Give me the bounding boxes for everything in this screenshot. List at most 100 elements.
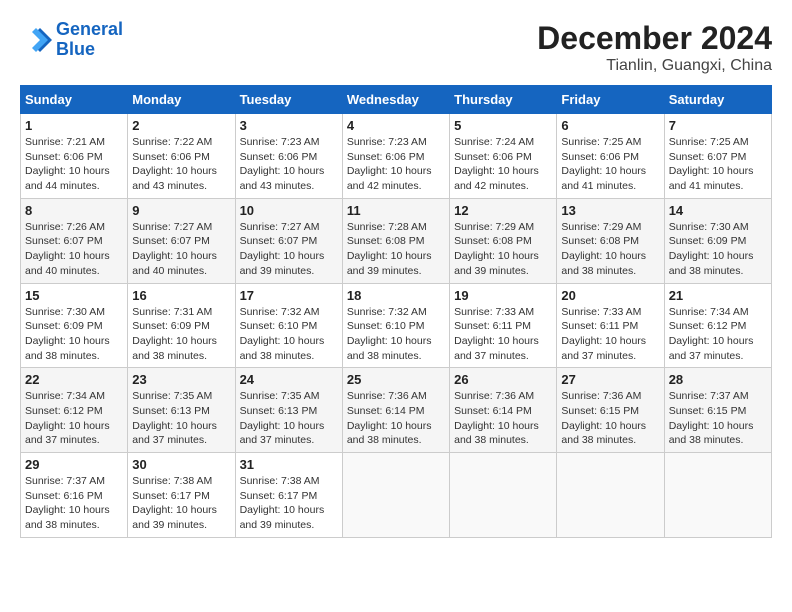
calendar-cell: 15Sunrise: 7:30 AMSunset: 6:09 PMDayligh… — [21, 283, 128, 368]
day-detail: Sunrise: 7:34 AMSunset: 6:12 PMDaylight:… — [25, 389, 123, 448]
day-number: 2 — [132, 118, 230, 133]
day-detail: Sunrise: 7:32 AMSunset: 6:10 PMDaylight:… — [240, 305, 338, 364]
day-detail: Sunrise: 7:38 AMSunset: 6:17 PMDaylight:… — [240, 474, 338, 533]
day-number: 31 — [240, 457, 338, 472]
calendar-cell: 27 Sunrise: 7:36 AMSunset: 6:15 PMDayligh… — [557, 368, 664, 453]
day-number: 17 — [240, 288, 338, 303]
day-number: 28 — [669, 372, 767, 387]
day-detail: Sunrise: 7:29 AMSunset: 6:08 PMDaylight:… — [454, 220, 552, 279]
day-detail: Sunrise: 7:36 AMSunset: 6:15 PMDaylight:… — [561, 389, 659, 448]
calendar-cell: 23 Sunrise: 7:35 AMSunset: 6:13 PMDayligh… — [128, 368, 235, 453]
day-detail: Sunrise: 7:37 AMSunset: 6:16 PMDaylight:… — [25, 474, 123, 533]
calendar-cell: 2 Sunrise: 7:22 AMSunset: 6:06 PMDaylight… — [128, 114, 235, 199]
day-header-thursday: Thursday — [450, 86, 557, 114]
day-detail: Sunrise: 7:36 AMSunset: 6:14 PMDaylight:… — [454, 389, 552, 448]
day-number: 21 — [669, 288, 767, 303]
day-number: 5 — [454, 118, 552, 133]
day-detail: Sunrise: 7:33 AMSunset: 6:11 PMDaylight:… — [561, 305, 659, 364]
day-detail: Sunrise: 7:35 AMSunset: 6:13 PMDaylight:… — [132, 389, 230, 448]
calendar-cell: 14 Sunrise: 7:30 AMSunset: 6:09 PMDayligh… — [664, 198, 771, 283]
day-detail: Sunrise: 7:23 AMSunset: 6:06 PMDaylight:… — [347, 135, 445, 194]
calendar-cell: 1 Sunrise: 7:21 AMSunset: 6:06 PMDaylight… — [21, 114, 128, 199]
day-number: 3 — [240, 118, 338, 133]
day-detail: Sunrise: 7:30 AMSunset: 6:09 PMDaylight:… — [669, 220, 767, 279]
calendar-cell: 3Sunrise: 7:23 AMSunset: 6:06 PMDaylight… — [235, 114, 342, 199]
day-number: 6 — [561, 118, 659, 133]
day-detail: Sunrise: 7:27 AMSunset: 6:07 PMDaylight:… — [240, 220, 338, 279]
calendar-cell: 6 Sunrise: 7:25 AMSunset: 6:06 PMDaylight… — [557, 114, 664, 199]
day-header-friday: Friday — [557, 86, 664, 114]
day-detail: Sunrise: 7:27 AMSunset: 6:07 PMDaylight:… — [132, 220, 230, 279]
day-number: 22 — [25, 372, 123, 387]
page-title: December 2024 — [537, 20, 772, 57]
calendar-cell: 21 Sunrise: 7:34 AMSunset: 6:12 PMDayligh… — [664, 283, 771, 368]
calendar-cell: 18Sunrise: 7:32 AMSunset: 6:10 PMDayligh… — [342, 283, 449, 368]
calendar-cell: 16 Sunrise: 7:31 AMSunset: 6:09 PMDayligh… — [128, 283, 235, 368]
day-detail: Sunrise: 7:24 AMSunset: 6:06 PMDaylight:… — [454, 135, 552, 194]
calendar-cell — [342, 453, 449, 538]
day-number: 8 — [25, 203, 123, 218]
day-number: 4 — [347, 118, 445, 133]
logo: General Blue — [20, 20, 123, 60]
day-number: 29 — [25, 457, 123, 472]
day-number: 16 — [132, 288, 230, 303]
day-number: 1 — [25, 118, 123, 133]
day-header-saturday: Saturday — [664, 86, 771, 114]
day-number: 7 — [669, 118, 767, 133]
day-header-monday: Monday — [128, 86, 235, 114]
day-number: 15 — [25, 288, 123, 303]
logo-text: General Blue — [56, 20, 123, 60]
day-detail: Sunrise: 7:33 AMSunset: 6:11 PMDaylight:… — [454, 305, 552, 364]
calendar-cell: 12 Sunrise: 7:29 AMSunset: 6:08 PMDayligh… — [450, 198, 557, 283]
day-detail: Sunrise: 7:29 AMSunset: 6:08 PMDaylight:… — [561, 220, 659, 279]
day-detail: Sunrise: 7:32 AMSunset: 6:10 PMDaylight:… — [347, 305, 445, 364]
calendar-cell: 13 Sunrise: 7:29 AMSunset: 6:08 PMDayligh… — [557, 198, 664, 283]
day-number: 25 — [347, 372, 445, 387]
day-number: 20 — [561, 288, 659, 303]
day-detail: Sunrise: 7:26 AMSunset: 6:07 PMDaylight:… — [25, 220, 123, 279]
day-number: 12 — [454, 203, 552, 218]
day-detail: Sunrise: 7:21 AMSunset: 6:06 PMDaylight:… — [25, 135, 123, 194]
day-number: 23 — [132, 372, 230, 387]
calendar-cell: 10 Sunrise: 7:27 AMSunset: 6:07 PMDayligh… — [235, 198, 342, 283]
day-detail: Sunrise: 7:38 AMSunset: 6:17 PMDaylight:… — [132, 474, 230, 533]
logo-icon — [20, 24, 52, 56]
day-number: 26 — [454, 372, 552, 387]
calendar-cell: 11 Sunrise: 7:28 AMSunset: 6:08 PMDayligh… — [342, 198, 449, 283]
day-detail: Sunrise: 7:31 AMSunset: 6:09 PMDaylight:… — [132, 305, 230, 364]
day-detail: Sunrise: 7:25 AMSunset: 6:07 PMDaylight:… — [669, 135, 767, 194]
day-detail: Sunrise: 7:34 AMSunset: 6:12 PMDaylight:… — [669, 305, 767, 364]
day-number: 14 — [669, 203, 767, 218]
page-header: General Blue December 2024 Tianlin, Guan… — [20, 20, 772, 75]
page-subtitle: Tianlin, Guangxi, China — [537, 57, 772, 75]
calendar-cell: 31 Sunrise: 7:38 AMSunset: 6:17 PMDayligh… — [235, 453, 342, 538]
day-detail: Sunrise: 7:35 AMSunset: 6:13 PMDaylight:… — [240, 389, 338, 448]
calendar-table: SundayMondayTuesdayWednesdayThursdayFrid… — [20, 85, 772, 538]
calendar-cell: 24 Sunrise: 7:35 AMSunset: 6:13 PMDayligh… — [235, 368, 342, 453]
day-number: 10 — [240, 203, 338, 218]
calendar-cell: 5 Sunrise: 7:24 AMSunset: 6:06 PMDaylight… — [450, 114, 557, 199]
day-header-sunday: Sunday — [21, 86, 128, 114]
day-detail: Sunrise: 7:25 AMSunset: 6:06 PMDaylight:… — [561, 135, 659, 194]
day-number: 30 — [132, 457, 230, 472]
day-header-wednesday: Wednesday — [342, 86, 449, 114]
day-number: 13 — [561, 203, 659, 218]
calendar-cell: 29 Sunrise: 7:37 AMSunset: 6:16 PMDayligh… — [21, 453, 128, 538]
calendar-cell: 7 Sunrise: 7:25 AMSunset: 6:07 PMDaylight… — [664, 114, 771, 199]
title-block: December 2024 Tianlin, Guangxi, China — [537, 20, 772, 75]
day-number: 9 — [132, 203, 230, 218]
calendar-cell: 30 Sunrise: 7:38 AMSunset: 6:17 PMDayligh… — [128, 453, 235, 538]
calendar-cell: 9 Sunrise: 7:27 AMSunset: 6:07 PMDaylight… — [128, 198, 235, 283]
calendar-cell — [664, 453, 771, 538]
calendar-cell: 22 Sunrise: 7:34 AMSunset: 6:12 PMDayligh… — [21, 368, 128, 453]
day-number: 27 — [561, 372, 659, 387]
day-number: 24 — [240, 372, 338, 387]
day-detail: Sunrise: 7:22 AMSunset: 6:06 PMDaylight:… — [132, 135, 230, 194]
day-detail: Sunrise: 7:28 AMSunset: 6:08 PMDaylight:… — [347, 220, 445, 279]
day-number: 11 — [347, 203, 445, 218]
day-number: 19 — [454, 288, 552, 303]
day-header-tuesday: Tuesday — [235, 86, 342, 114]
calendar-cell: 17 Sunrise: 7:32 AMSunset: 6:10 PMDayligh… — [235, 283, 342, 368]
calendar-cell: 20 Sunrise: 7:33 AMSunset: 6:11 PMDayligh… — [557, 283, 664, 368]
day-detail: Sunrise: 7:37 AMSunset: 6:15 PMDaylight:… — [669, 389, 767, 448]
